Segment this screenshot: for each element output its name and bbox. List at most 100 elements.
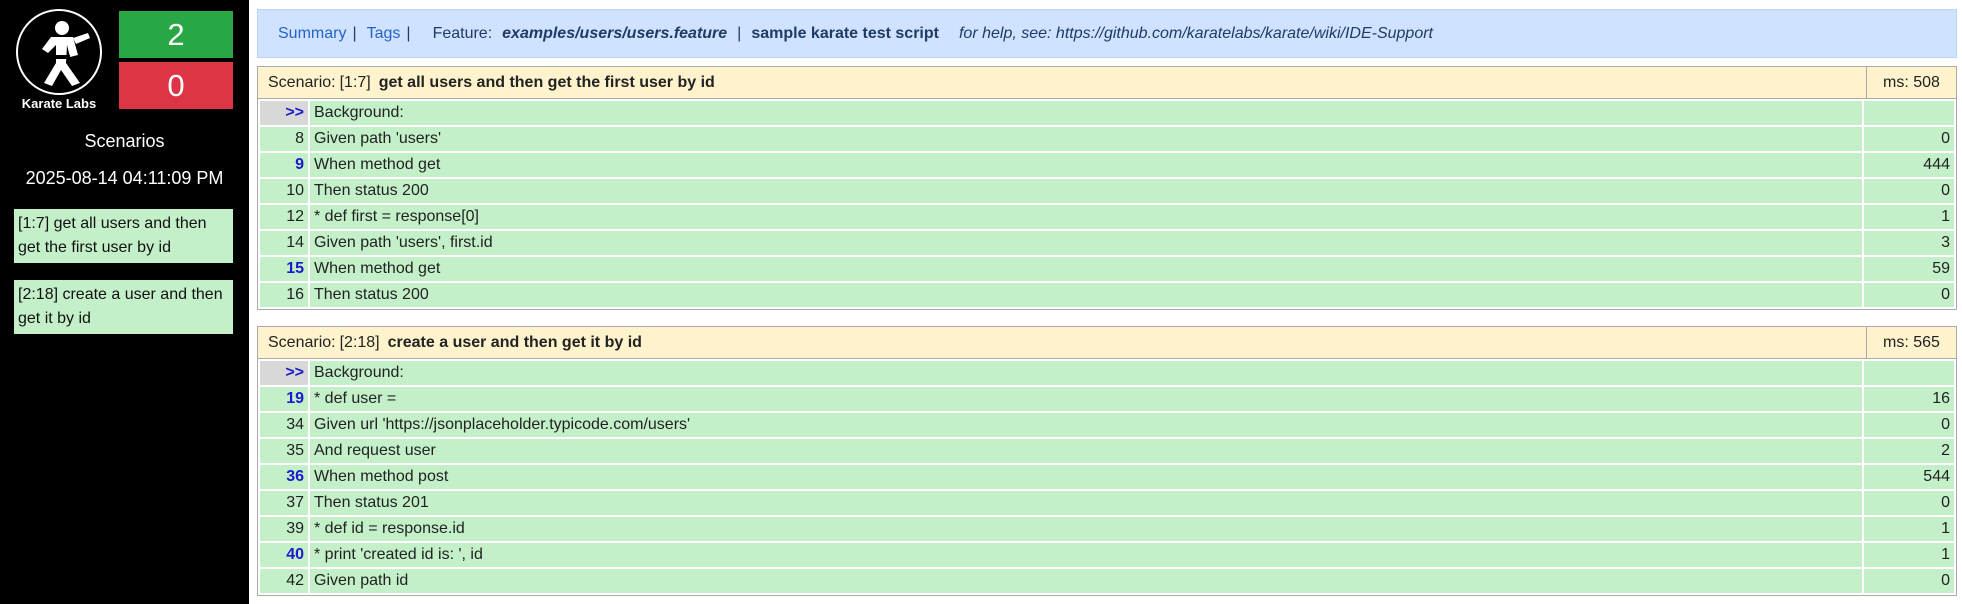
step-line-number: 39 bbox=[260, 517, 308, 541]
scenario-header: Scenario: [2:18] create a user and then … bbox=[258, 327, 1956, 359]
steps-table: >> Background: 19 * def user = 16 34 Given url… bbox=[258, 359, 1956, 595]
step-duration: 0 bbox=[1864, 413, 1954, 437]
help-text: for help, see: https://github.com/karate… bbox=[958, 24, 1433, 42]
step-duration: 3 bbox=[1864, 231, 1954, 255]
separator: | bbox=[352, 24, 357, 42]
scenario-ref: [1:7] bbox=[339, 73, 371, 91]
failed-count: 0 bbox=[119, 62, 233, 109]
nav-bar: Summary | Tags | Feature: examples/users… bbox=[257, 9, 1957, 58]
step-text: Background: bbox=[310, 361, 1862, 385]
step-duration: 0 bbox=[1864, 491, 1954, 515]
step-row: 15 When method get 59 bbox=[260, 257, 1954, 281]
step-line-number: 37 bbox=[260, 491, 308, 515]
feature-label: Feature: bbox=[432, 24, 493, 42]
scenario-link-1[interactable]: [1:7] get all users and then get the fir… bbox=[14, 209, 233, 263]
feature-name: sample karate test script bbox=[751, 24, 939, 42]
step-line-number[interactable]: 36 bbox=[260, 465, 308, 489]
step-line-number[interactable]: 19 bbox=[260, 387, 308, 411]
step-text: Given path id bbox=[310, 569, 1862, 593]
step-duration: 1 bbox=[1864, 543, 1954, 567]
separator: | bbox=[406, 24, 411, 42]
step-line-number[interactable]: >> bbox=[260, 101, 308, 125]
scenario-duration: ms: 565 bbox=[1866, 327, 1956, 358]
scenario-panel-1: Scenario: [1:7] get all users and then g… bbox=[257, 66, 1957, 310]
scenarios-heading: Scenarios bbox=[84, 131, 165, 151]
summary-link[interactable]: Summary bbox=[278, 25, 346, 43]
step-text: Then status 200 bbox=[310, 283, 1862, 307]
step-duration: 0 bbox=[1864, 127, 1954, 151]
step-duration: 1 bbox=[1864, 205, 1954, 229]
step-duration: 59 bbox=[1864, 257, 1954, 281]
step-line-number: 34 bbox=[260, 413, 308, 437]
step-line-number: 10 bbox=[260, 179, 308, 203]
step-text: Then status 200 bbox=[310, 179, 1862, 203]
step-duration: 0 bbox=[1864, 569, 1954, 593]
step-duration: 2 bbox=[1864, 439, 1954, 463]
step-duration bbox=[1864, 361, 1954, 385]
step-row: 34 Given url 'https://jsonplaceholder.typ… bbox=[260, 413, 1954, 437]
step-duration: 0 bbox=[1864, 283, 1954, 307]
separator: | bbox=[737, 24, 742, 42]
step-row: 16 Then status 200 0 bbox=[260, 283, 1954, 307]
step-row: 9 When method get 444 bbox=[260, 153, 1954, 177]
scenario-duration: ms: 508 bbox=[1866, 67, 1956, 98]
step-text: * print 'created id is: ', id bbox=[310, 543, 1862, 567]
karate-logo-icon[interactable] bbox=[16, 9, 102, 95]
step-row: 10 Then status 200 0 bbox=[260, 179, 1954, 203]
step-row: >> Background: bbox=[260, 361, 1954, 385]
step-text: When method get bbox=[310, 153, 1862, 177]
step-line-number: 8 bbox=[260, 127, 308, 151]
step-line-number[interactable]: >> bbox=[260, 361, 308, 385]
step-duration: 0 bbox=[1864, 179, 1954, 203]
scenario-name: get all users and then get the first use… bbox=[378, 73, 715, 91]
step-line-number: 35 bbox=[260, 439, 308, 463]
step-text: * def user = bbox=[310, 387, 1862, 411]
step-row: 39 * def id = response.id 1 bbox=[260, 517, 1954, 541]
step-text: * def id = response.id bbox=[310, 517, 1862, 541]
step-line-number: 14 bbox=[260, 231, 308, 255]
scenario-link-2[interactable]: [2:18] create a user and then get it by … bbox=[14, 280, 233, 334]
step-row: 42 Given path id 0 bbox=[260, 569, 1954, 593]
step-text: Given url 'https://jsonplaceholder.typic… bbox=[310, 413, 1862, 437]
step-row: 35 And request user 2 bbox=[260, 439, 1954, 463]
step-duration: 1 bbox=[1864, 517, 1954, 541]
scenario-panel-2: Scenario: [2:18] create a user and then … bbox=[257, 326, 1957, 596]
step-row: 14 Given path 'users', first.id 3 bbox=[260, 231, 1954, 255]
step-duration: 444 bbox=[1864, 153, 1954, 177]
step-text: When method post bbox=[310, 465, 1862, 489]
scenario-label: Scenario: bbox=[268, 333, 336, 351]
step-line-number[interactable]: 40 bbox=[260, 543, 308, 567]
step-duration: 544 bbox=[1864, 465, 1954, 489]
passed-count: 2 bbox=[119, 11, 233, 58]
step-text: Given path 'users' bbox=[310, 127, 1862, 151]
sidebar: Karate Labs 2 0 Scenarios 2025-08-14 04:… bbox=[0, 0, 249, 604]
step-text: * def first = response[0] bbox=[310, 205, 1862, 229]
scenario-ref: [2:18] bbox=[339, 333, 380, 351]
feature-path: examples/users/users.feature bbox=[502, 24, 728, 42]
logo-text: Karate Labs bbox=[21, 96, 97, 111]
step-duration: 16 bbox=[1864, 387, 1954, 411]
scenario-label: Scenario: bbox=[268, 73, 336, 91]
report-date: 2025-08-14 04:11:09 PM bbox=[25, 168, 224, 188]
step-row: >> Background: bbox=[260, 101, 1954, 125]
step-text: Given path 'users', first.id bbox=[310, 231, 1862, 255]
step-text: When method get bbox=[310, 257, 1862, 281]
step-duration bbox=[1864, 101, 1954, 125]
step-row: 12 * def first = response[0] 1 bbox=[260, 205, 1954, 229]
step-line-number: 42 bbox=[260, 569, 308, 593]
step-text: Background: bbox=[310, 101, 1862, 125]
step-text: And request user bbox=[310, 439, 1862, 463]
scenario-header: Scenario: [1:7] get all users and then g… bbox=[258, 67, 1956, 99]
step-row: 19 * def user = 16 bbox=[260, 387, 1954, 411]
step-line-number: 16 bbox=[260, 283, 308, 307]
tags-link[interactable]: Tags bbox=[367, 25, 401, 43]
steps-table: >> Background: 8 Given path 'users' 0 9 When m… bbox=[258, 99, 1956, 309]
step-line-number[interactable]: 15 bbox=[260, 257, 308, 281]
step-row: 37 Then status 201 0 bbox=[260, 491, 1954, 515]
step-text: Then status 201 bbox=[310, 491, 1862, 515]
step-line-number: 12 bbox=[260, 205, 308, 229]
scenario-name: create a user and then get it by id bbox=[387, 333, 642, 351]
step-line-number[interactable]: 9 bbox=[260, 153, 308, 177]
step-row: 8 Given path 'users' 0 bbox=[260, 127, 1954, 151]
step-row: 40 * print 'created id is: ', id 1 bbox=[260, 543, 1954, 567]
